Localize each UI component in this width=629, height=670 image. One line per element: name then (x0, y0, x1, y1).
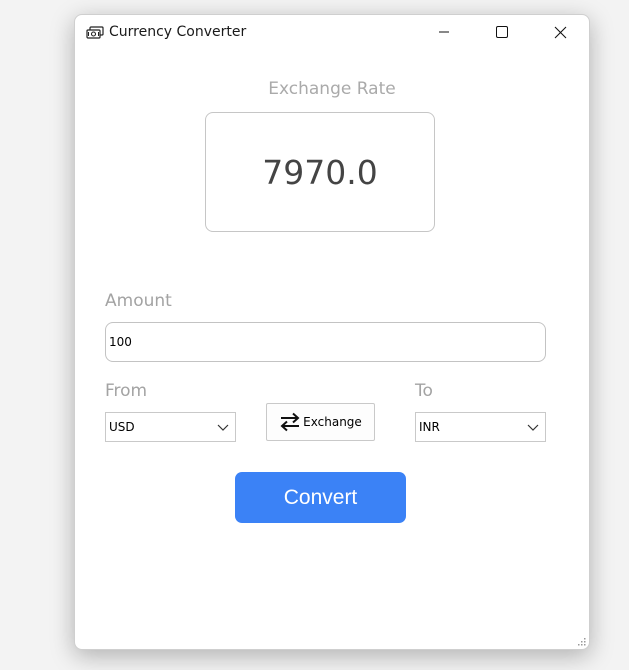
window-title: Currency Converter (109, 24, 247, 40)
amount-input[interactable] (105, 322, 546, 362)
money-icon (86, 26, 104, 39)
close-icon (554, 26, 566, 38)
exchange-button[interactable]: Exchange (266, 403, 375, 441)
app-window: Currency Converter Exchange Rate 7970.0 … (74, 14, 590, 650)
maximize-icon (496, 26, 508, 38)
to-label: To (415, 381, 433, 401)
from-label: From (105, 381, 148, 401)
convert-button[interactable]: Convert (235, 472, 406, 523)
exchange-rate-label: Exchange Rate (268, 79, 396, 99)
title-bar[interactable]: Currency Converter (75, 15, 589, 51)
to-currency-select[interactable]: INR (415, 412, 546, 442)
close-button[interactable] (531, 15, 589, 49)
exchange-rate-display: 7970.0 (205, 112, 435, 232)
chevron-down-icon (527, 424, 539, 431)
swap-arrows-icon (280, 412, 300, 432)
to-currency-value: INR (419, 420, 440, 434)
exchange-rate-value: 7970.0 (262, 152, 378, 192)
minimize-icon (439, 31, 449, 33)
from-currency-select[interactable]: USD (105, 412, 236, 442)
maximize-button[interactable] (473, 15, 531, 49)
amount-label: Amount (105, 291, 172, 311)
resize-grip-icon[interactable] (576, 636, 586, 646)
minimize-button[interactable] (415, 15, 473, 49)
chevron-down-icon (217, 424, 229, 431)
exchange-button-label: Exchange (303, 415, 362, 429)
from-currency-value: USD (109, 420, 135, 434)
